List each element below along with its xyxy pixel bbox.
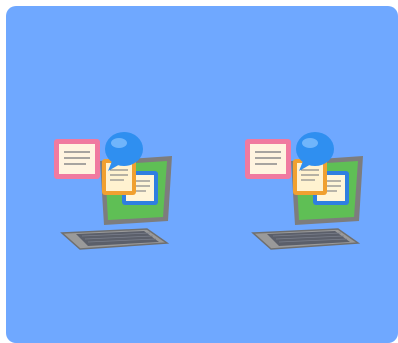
laptop-documents-chat-icon [54, 132, 172, 250]
illustration-canvas [6, 6, 398, 343]
laptop-documents-illustration-left [42, 121, 182, 271]
laptop-documents-illustration-right [233, 121, 373, 271]
laptop-documents-chat-icon [245, 132, 363, 250]
